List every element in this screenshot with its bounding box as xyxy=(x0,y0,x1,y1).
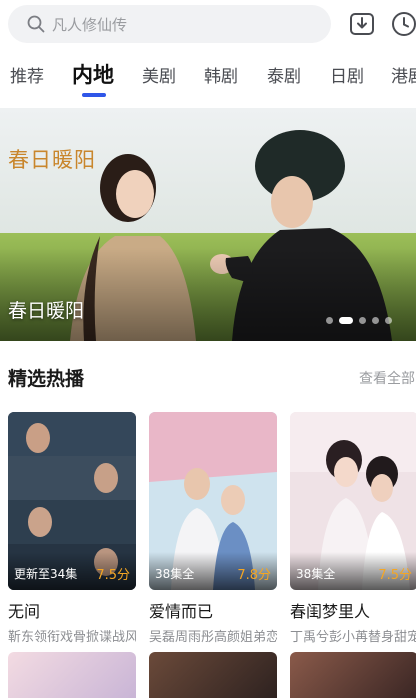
search-input[interactable]: 凡人修仙传 xyxy=(8,5,331,43)
tab-japanese-drama[interactable]: 日剧 xyxy=(330,62,364,87)
drama-title[interactable]: 爱情而已 xyxy=(149,598,277,622)
drama-poster[interactable]: 38集全 7.8分 xyxy=(149,412,277,590)
active-tab-indicator xyxy=(82,93,106,97)
drama-poster-partial[interactable] xyxy=(149,652,277,698)
top-bar: 凡人修仙传 xyxy=(0,0,416,50)
drama-title[interactable]: 春闺梦里人 xyxy=(290,598,416,622)
episode-status: 38集全 xyxy=(155,567,195,581)
hero-banner[interactable]: 春日暖阳 春日暖阳 xyxy=(0,108,416,341)
rating-score: 7.8分 xyxy=(237,568,271,583)
history-icon[interactable] xyxy=(390,10,416,38)
drama-poster-partial[interactable] xyxy=(8,652,136,698)
search-icon xyxy=(27,15,45,33)
rating-score: 7.5分 xyxy=(96,568,130,583)
drama-subtitle: 丁禹兮彭小苒替身甜宠 xyxy=(290,630,416,645)
drama-title[interactable]: 无间 xyxy=(8,598,136,622)
tab-hk-drama[interactable]: 港剧 xyxy=(391,62,416,87)
download-icon[interactable] xyxy=(348,10,376,38)
banner-logo-text: 春日暖阳 xyxy=(8,148,96,172)
drama-poster[interactable]: 更新至34集 7.5分 xyxy=(8,412,136,590)
rating-score: 7.5分 xyxy=(378,568,412,583)
drama-subtitle: 靳东领衔戏骨掀谍战风云 xyxy=(8,630,136,645)
drama-subtitle: 吴磊周雨彤高颜姐弟恋 xyxy=(149,630,277,645)
tab-us-drama[interactable]: 美剧 xyxy=(142,62,176,87)
pagination-dot[interactable] xyxy=(359,317,366,324)
drama-card[interactable]: 38集全 7.8分 爱情而已 吴磊周雨彤高颜姐弟恋 xyxy=(149,412,277,645)
tab-recommend[interactable]: 推荐 xyxy=(10,62,44,87)
drama-card[interactable]: 38集全 7.5分 春闺梦里人 丁禹兮彭小苒替身甜宠 xyxy=(290,412,416,645)
search-placeholder: 凡人修仙传 xyxy=(52,15,128,34)
pagination-dot[interactable] xyxy=(372,317,379,324)
banner-title: 春日暖阳 xyxy=(8,300,85,322)
tab-thai-drama[interactable]: 泰剧 xyxy=(267,62,301,87)
drama-card[interactable]: 更新至34集 7.5分 无间 靳东领衔戏骨掀谍战风云 xyxy=(8,412,136,645)
tab-mainland[interactable]: 内地 xyxy=(72,59,114,89)
banner-pagination xyxy=(326,317,392,324)
pagination-dot[interactable] xyxy=(326,317,333,324)
episode-status: 38集全 xyxy=(296,567,336,581)
section-title: 精选热播 xyxy=(8,368,85,390)
episode-status: 更新至34集 xyxy=(14,567,78,581)
view-all-link[interactable]: 查看全部 xyxy=(359,368,415,388)
drama-poster-partial[interactable] xyxy=(290,652,416,698)
tab-korean-drama[interactable]: 韩剧 xyxy=(204,62,238,87)
pagination-dot-active[interactable] xyxy=(339,317,353,324)
category-tabs: 推荐 内地 美剧 韩剧 泰剧 日剧 港剧 xyxy=(0,52,416,100)
drama-poster[interactable]: 38集全 7.5分 xyxy=(290,412,416,590)
pagination-dot[interactable] xyxy=(385,317,392,324)
